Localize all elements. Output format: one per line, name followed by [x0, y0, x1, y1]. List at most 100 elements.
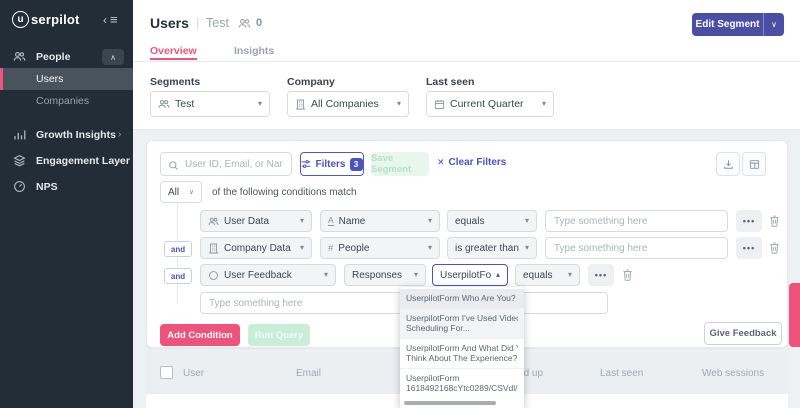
sidebar-item-label: Engagement Layer: [36, 155, 130, 167]
add-condition-label: Add Condition: [167, 330, 232, 341]
dropdown-option[interactable]: UserpilotForm And What Did You Think Abo…: [400, 339, 524, 369]
match-value: All: [168, 187, 179, 198]
run-query-label: Run Query: [255, 330, 304, 341]
segments-select[interactable]: Test: [150, 91, 270, 117]
chevron-down-icon: [258, 100, 262, 108]
condition-field-select[interactable]: Responses: [344, 264, 426, 286]
dropdown-option[interactable]: UserpilotForm I've Used Video Scheduling…: [400, 309, 524, 339]
match-text: of the following conditions match: [212, 187, 357, 198]
trash-icon[interactable]: [622, 269, 633, 281]
building-icon: [295, 99, 306, 110]
connector-badge: and: [164, 268, 192, 284]
sidebar-item-label: Users: [36, 73, 63, 85]
chevron-down-icon: [300, 244, 304, 252]
chevron-down-icon: [414, 271, 418, 279]
page-title: Users: [150, 15, 189, 31]
edit-segment-label: Edit Segment: [692, 19, 763, 30]
sidebar-item-growth-insights[interactable]: Growth Insights: [0, 124, 133, 146]
save-segment-label: Save Segment: [371, 153, 429, 175]
chevron-down-icon: [542, 100, 546, 108]
give-feedback-button[interactable]: Give Feedback: [704, 322, 782, 345]
trash-icon[interactable]: [769, 215, 780, 227]
form-dropdown-menu: UserpilotForm Who Are You? UserpilotForm…: [400, 287, 524, 408]
clear-filters-button[interactable]: ✕ Clear Filters: [437, 157, 506, 168]
bar-chart-icon: [13, 128, 26, 141]
building-icon: [208, 243, 219, 254]
company-select[interactable]: All Companies: [287, 91, 409, 117]
last-seen-select[interactable]: Current Quarter: [426, 91, 554, 117]
trash-icon[interactable]: [769, 242, 780, 254]
more-options-button[interactable]: [588, 264, 614, 286]
filters-button[interactable]: Filters 3: [300, 152, 364, 176]
collapse-people-button[interactable]: [102, 49, 124, 65]
condition-field-select[interactable]: # People: [320, 237, 440, 259]
match-select[interactable]: All: [160, 181, 202, 203]
chevron-down-icon: [397, 100, 401, 108]
last-seen-value: Current Quarter: [450, 98, 524, 110]
condition-type-select[interactable]: User Data: [200, 210, 312, 232]
condition-type-select[interactable]: Company Data: [200, 237, 312, 259]
option-text: UserpilotForm I've Used Video: [406, 313, 518, 324]
run-query-button[interactable]: Run Query: [248, 324, 310, 346]
export-button[interactable]: [716, 152, 740, 176]
condition-value-input[interactable]: [545, 237, 728, 259]
chevron-right-icon: [118, 155, 121, 166]
app-window: u serpilot ‹≡ People Users Companies Gro…: [0, 0, 800, 408]
people-icon: [238, 17, 251, 35]
condition-field-value: Responses: [352, 270, 402, 281]
add-condition-button[interactable]: Add Condition: [160, 324, 240, 346]
more-options-button[interactable]: [736, 237, 762, 259]
condition-type-select[interactable]: User Feedback: [200, 264, 336, 286]
select-all-checkbox[interactable]: [160, 366, 173, 379]
columns-button[interactable]: [742, 152, 766, 176]
condition-field-select[interactable]: A Name: [320, 210, 440, 232]
tab-overview[interactable]: Overview: [150, 45, 197, 57]
gauge-icon: [13, 180, 26, 193]
condition-operator-value: equals: [523, 270, 552, 281]
layers-icon: [13, 154, 26, 167]
table-columns-icon: [749, 159, 760, 170]
sidebar-item-engagement-layer[interactable]: Engagement Layer: [0, 150, 133, 172]
sidebar-item-label: Companies: [36, 95, 89, 107]
condition-value-input[interactable]: [545, 210, 728, 232]
company-label: Company: [287, 76, 335, 88]
condition-operator-select[interactable]: is greater than: [447, 237, 537, 259]
sliders-icon: [301, 159, 311, 169]
column-header-last-seen: Last seen: [600, 368, 643, 379]
horizontal-scrollbar[interactable]: [404, 401, 496, 405]
search-input[interactable]: [160, 152, 292, 176]
condition-field-value: Name: [339, 216, 366, 227]
dropdown-option[interactable]: UserpilotForm Who Are You?: [400, 289, 524, 309]
letter-a-icon: A: [328, 216, 334, 226]
condition-operator-select[interactable]: equals: [447, 210, 537, 232]
edit-segment-button[interactable]: Edit Segment: [692, 13, 784, 36]
dropdown-option[interactable]: UserpilotForm 1618492168cYtc0289/CSVdl/l…: [400, 369, 524, 398]
column-header-user: User: [183, 368, 204, 379]
chevron-left-icon: ‹: [103, 13, 107, 27]
hamburger-icon: ≡: [110, 12, 118, 27]
column-header-email: Email: [296, 368, 321, 379]
more-options-button[interactable]: [736, 210, 762, 232]
form-select-value: UserpilotForm: [440, 270, 491, 281]
chevron-down-icon: [428, 244, 432, 252]
chevron-right-icon: [118, 129, 121, 140]
condition-field-value: People: [338, 243, 369, 254]
calendar-icon: [434, 99, 445, 110]
sidebar-item-users[interactable]: Users: [0, 68, 133, 90]
save-segment-button[interactable]: Save Segment: [371, 152, 429, 176]
sidebar-item-nps[interactable]: NPS: [0, 176, 133, 198]
sidebar-item-people[interactable]: People: [0, 46, 133, 68]
connector-badge: and: [164, 241, 192, 257]
option-text: Think About The Experience?: [406, 353, 518, 364]
chevron-down-icon[interactable]: [763, 13, 784, 36]
title-divider: |: [196, 15, 199, 30]
sidebar-collapse-button[interactable]: ‹≡: [103, 12, 118, 27]
company-value: All Companies: [311, 98, 379, 110]
condition-operator-select[interactable]: equals: [515, 264, 580, 286]
tab-insights[interactable]: Insights: [234, 45, 274, 57]
sidebar: u serpilot ‹≡ People Users Companies Gro…: [0, 0, 133, 408]
sidebar-item-companies[interactable]: Companies: [0, 90, 133, 112]
feedback-side-tab[interactable]: [789, 283, 800, 347]
form-select[interactable]: UserpilotForm: [432, 264, 508, 286]
chevron-down-icon: [568, 271, 572, 279]
